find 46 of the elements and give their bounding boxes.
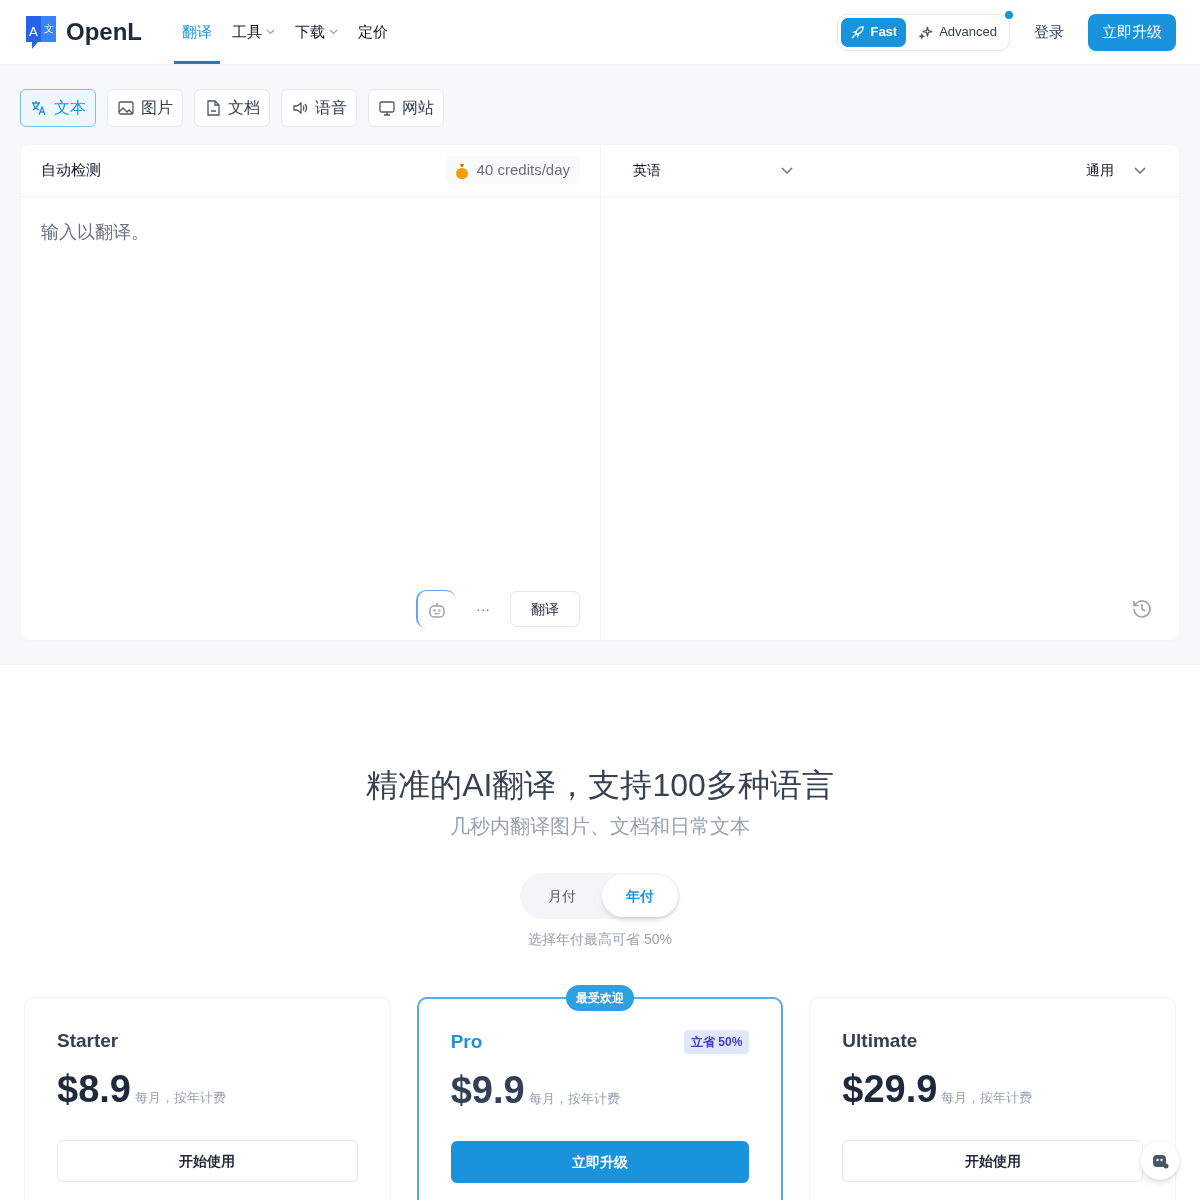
money-bag-icon xyxy=(454,162,469,179)
translate-icon xyxy=(30,99,48,117)
input-type-tab[interactable]: 网站 xyxy=(368,89,444,127)
input-type-tab[interactable]: 文档 xyxy=(194,89,270,127)
nav-tab[interactable]: 定价 xyxy=(350,0,396,64)
plan-button[interactable]: 开始使用 xyxy=(57,1140,358,1182)
chevron-down-icon xyxy=(781,166,793,175)
plan-name: Pro xyxy=(450,1029,483,1054)
billing-option[interactable]: 月付 xyxy=(522,875,602,917)
document-icon xyxy=(204,99,222,117)
plan-name: Starter xyxy=(57,1028,119,1053)
rocket-icon xyxy=(850,24,866,40)
logo-text: OpenL xyxy=(66,17,142,47)
plan-button[interactable]: 开始使用 xyxy=(842,1140,1143,1182)
style-select[interactable]: 通用 xyxy=(1086,160,1146,181)
speaker-icon xyxy=(291,99,309,117)
credits-badge: 40 credits/day xyxy=(444,156,580,185)
input-type-tab[interactable]: 图片 xyxy=(107,89,183,127)
logo-icon: A 文 xyxy=(24,14,58,50)
history-icon[interactable] xyxy=(1131,598,1153,620)
more-button[interactable]: ··· xyxy=(468,598,498,620)
nav-tab[interactable]: 工具 xyxy=(224,0,283,64)
discount-tag: 立省 50% xyxy=(683,1030,750,1054)
plan-price: $29.9 xyxy=(842,1070,938,1108)
price-period: 每月，按年计费 xyxy=(134,1088,226,1107)
billing-note: 选择年付最高可省 50% xyxy=(528,930,672,949)
translate-button[interactable]: 翻译 xyxy=(510,591,580,627)
popular-badge: 最受欢迎 xyxy=(566,985,634,1011)
plan-price: $8.9 xyxy=(57,1070,131,1108)
plan-name: Ultimate xyxy=(842,1028,918,1053)
source-language[interactable]: 自动检测 xyxy=(41,159,101,182)
nav-tab[interactable]: 下载 xyxy=(287,0,346,64)
target-language-select[interactable]: 英语 xyxy=(633,160,793,181)
monitor-icon xyxy=(378,99,396,117)
sparkle-icon xyxy=(919,24,935,40)
text-input-placeholder[interactable]: 输入以翻译。 xyxy=(21,197,600,578)
pricing-heading: 精准的AI翻译，支持100多种语言 xyxy=(366,766,834,805)
login-link[interactable]: 登录 xyxy=(1034,20,1064,44)
price-period: 每月，按年计费 xyxy=(941,1088,1033,1107)
pricing-subheading: 几秒内翻译图片、文档和日常文本 xyxy=(450,814,750,839)
chevron-down-icon xyxy=(1134,166,1146,175)
input-type-tab[interactable]: 语音 xyxy=(281,89,357,127)
image-icon xyxy=(117,99,135,117)
price-period: 每月，按年计费 xyxy=(528,1089,620,1108)
plan-price: $9.9 xyxy=(450,1071,525,1109)
mode-option[interactable]: Advanced xyxy=(910,17,1006,47)
